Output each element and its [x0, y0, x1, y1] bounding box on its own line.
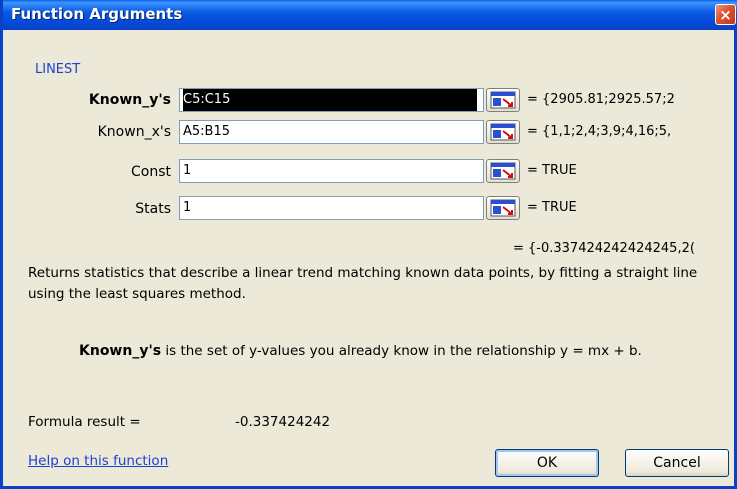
argument-help-name: Known_y's: [79, 343, 162, 359]
stats-label: Stats: [135, 201, 171, 217]
collapse-dialog-icon: [490, 162, 516, 180]
stats-collapse-button[interactable]: [486, 196, 520, 220]
known-ys-evaluated: = {2905.81;2925.57;2: [527, 92, 675, 107]
function-description: Returns statistics that describe a linea…: [28, 265, 698, 302]
close-icon: ×: [719, 5, 732, 24]
collapse-dialog-icon: [490, 199, 516, 217]
function-arguments-dialog: Function Arguments × LINEST Known_y's C5…: [0, 0, 737, 489]
known-xs-evaluated: = {1,1;2,4;3,9;4,16;5,: [527, 124, 672, 139]
stats-evaluated: = TRUE: [527, 200, 577, 215]
help-on-function-link[interactable]: Help on this function: [28, 453, 168, 469]
collapse-dialog-icon: [490, 123, 516, 141]
stats-input[interactable]: 1: [179, 196, 484, 220]
close-button[interactable]: ×: [715, 4, 736, 25]
known-ys-collapse-button[interactable]: [486, 88, 520, 112]
known-xs-collapse-button[interactable]: [486, 120, 520, 144]
cancel-button[interactable]: Cancel: [625, 449, 729, 477]
function-name: LINEST: [35, 62, 81, 77]
collapse-dialog-icon: [490, 91, 516, 109]
dialog-title: Function Arguments: [11, 5, 183, 23]
formula-result-value: -0.337424242: [235, 414, 331, 430]
known-xs-label: Known_x's: [97, 124, 171, 140]
known-ys-label: Known_y's: [88, 92, 171, 108]
title-bar[interactable]: Function Arguments ×: [3, 0, 737, 30]
const-label: Const: [131, 164, 171, 180]
known-xs-input[interactable]: A5:B15: [179, 120, 484, 144]
formula-result-label: Formula result =: [28, 414, 141, 430]
const-evaluated: = TRUE: [527, 163, 577, 178]
argument-help-text: is the set of y-values you already know …: [161, 343, 642, 359]
known-ys-value: C5:C15: [183, 89, 477, 111]
const-collapse-button[interactable]: [486, 159, 520, 183]
ok-button[interactable]: OK: [495, 449, 599, 477]
known-ys-input[interactable]: C5:C15: [179, 88, 484, 112]
argument-help: Known_y's is the set of y-values you alr…: [79, 343, 642, 359]
const-input[interactable]: 1: [179, 159, 484, 183]
function-result-preview: = {-0.337424242424245,2(: [513, 241, 695, 256]
